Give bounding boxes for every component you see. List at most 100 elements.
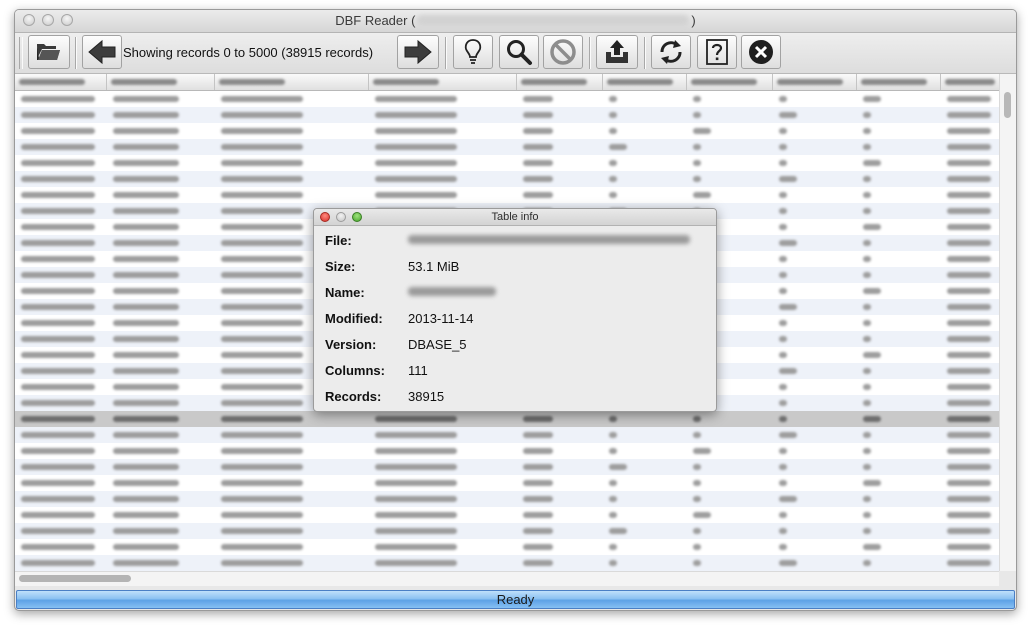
dialog-zoom-button[interactable] — [352, 212, 362, 222]
redacted-cell — [21, 272, 95, 278]
quit-button[interactable] — [741, 35, 781, 69]
redacted-cell — [947, 512, 991, 518]
redacted-cell — [863, 368, 871, 374]
redacted-cell — [375, 128, 457, 134]
redacted-cell — [113, 128, 179, 134]
redacted-cell — [609, 480, 617, 486]
redacted-cell — [693, 176, 701, 182]
table-row[interactable] — [15, 187, 999, 203]
redacted-cell — [779, 448, 787, 454]
redacted-cell — [221, 384, 303, 390]
column-header[interactable] — [941, 74, 999, 90]
table-row[interactable] — [15, 555, 999, 571]
redacted-cell — [113, 368, 179, 374]
redacted-cell — [221, 128, 303, 134]
table-row[interactable] — [15, 507, 999, 523]
table-row[interactable] — [15, 523, 999, 539]
redacted-cell — [863, 432, 871, 438]
redacted-cell — [779, 384, 787, 390]
table-row[interactable] — [15, 475, 999, 491]
table-row[interactable] — [15, 443, 999, 459]
table-row[interactable] — [15, 139, 999, 155]
redacted-cell — [221, 496, 303, 502]
redacted-cell — [221, 288, 303, 294]
redacted-cell — [21, 112, 95, 118]
table-row[interactable] — [15, 539, 999, 555]
redacted-cell — [375, 192, 457, 198]
redacted-cell — [779, 208, 787, 214]
open-folder-icon — [37, 44, 60, 60]
records-value: 38915 — [408, 389, 445, 404]
toolbar-separator — [644, 37, 646, 69]
export-button[interactable] — [596, 35, 638, 69]
column-header[interactable] — [687, 74, 773, 90]
redacted-cell — [863, 480, 881, 486]
table-row[interactable] — [15, 491, 999, 507]
vertical-scroll-thumb[interactable] — [1004, 92, 1011, 118]
redacted-cell — [21, 496, 95, 502]
column-header[interactable] — [369, 74, 517, 90]
redacted-cell — [693, 496, 701, 502]
open-file-button[interactable] — [28, 35, 70, 69]
help-button[interactable] — [697, 35, 737, 69]
redacted-cell — [947, 112, 991, 118]
redacted-cell — [375, 144, 457, 150]
arrow-left-icon — [88, 39, 116, 65]
redacted-cell — [221, 336, 303, 342]
redacted-cell — [779, 304, 797, 310]
redacted-cell — [863, 272, 871, 278]
redacted-cell — [609, 560, 617, 566]
next-page-button[interactable] — [397, 35, 439, 69]
modified-value: 2013-11-14 — [408, 311, 474, 326]
redacted-cell — [523, 144, 553, 150]
redacted-cell — [21, 224, 95, 230]
horizontal-scrollbar[interactable] — [15, 571, 999, 586]
redacted-cell — [113, 160, 179, 166]
redacted-cell — [863, 416, 881, 422]
redacted-cell — [863, 160, 881, 166]
redacted-cell — [779, 320, 787, 326]
redacted-cell — [375, 512, 457, 518]
table-row[interactable] — [15, 411, 999, 427]
previous-page-button[interactable] — [82, 35, 122, 69]
redacted-cell — [21, 400, 95, 406]
horizontal-scroll-thumb[interactable] — [19, 575, 131, 582]
column-header[interactable] — [773, 74, 857, 90]
redacted-cell — [779, 512, 787, 518]
table-row[interactable] — [15, 171, 999, 187]
info-button[interactable] — [453, 35, 493, 69]
redacted-cell — [523, 544, 553, 550]
column-header[interactable] — [215, 74, 369, 90]
table-row[interactable] — [15, 91, 999, 107]
redacted-cell — [523, 192, 553, 198]
table-row[interactable] — [15, 459, 999, 475]
search-button[interactable] — [499, 35, 539, 69]
table-row[interactable] — [15, 107, 999, 123]
redacted-cell — [947, 192, 991, 198]
redacted-cell — [779, 288, 787, 294]
redacted-cell — [947, 224, 991, 230]
column-header[interactable] — [15, 74, 107, 90]
records-range-label: Showing records 0 to 5000 (38915 records… — [123, 45, 374, 60]
redacted-cell — [113, 528, 179, 534]
redacted-cell — [609, 528, 627, 534]
redacted-cell — [863, 384, 871, 390]
table-row[interactable] — [15, 155, 999, 171]
toolbar-grip[interactable] — [19, 37, 23, 69]
clear-filter-button[interactable] — [543, 35, 583, 69]
table-row[interactable] — [15, 427, 999, 443]
table-row[interactable] — [15, 123, 999, 139]
redacted-file-path — [408, 235, 690, 244]
dialog-minimize-button[interactable] — [336, 212, 346, 222]
dialog-close-button[interactable] — [320, 212, 330, 222]
vertical-scrollbar[interactable] — [999, 74, 1016, 571]
redacted-cell — [693, 512, 711, 518]
column-header[interactable] — [517, 74, 603, 90]
column-header[interactable] — [107, 74, 215, 90]
reload-button[interactable] — [651, 35, 691, 69]
redacted-cell — [113, 288, 179, 294]
column-header[interactable] — [603, 74, 687, 90]
redacted-header-text — [373, 79, 439, 85]
column-header[interactable] — [857, 74, 941, 90]
redacted-cell — [779, 240, 797, 246]
